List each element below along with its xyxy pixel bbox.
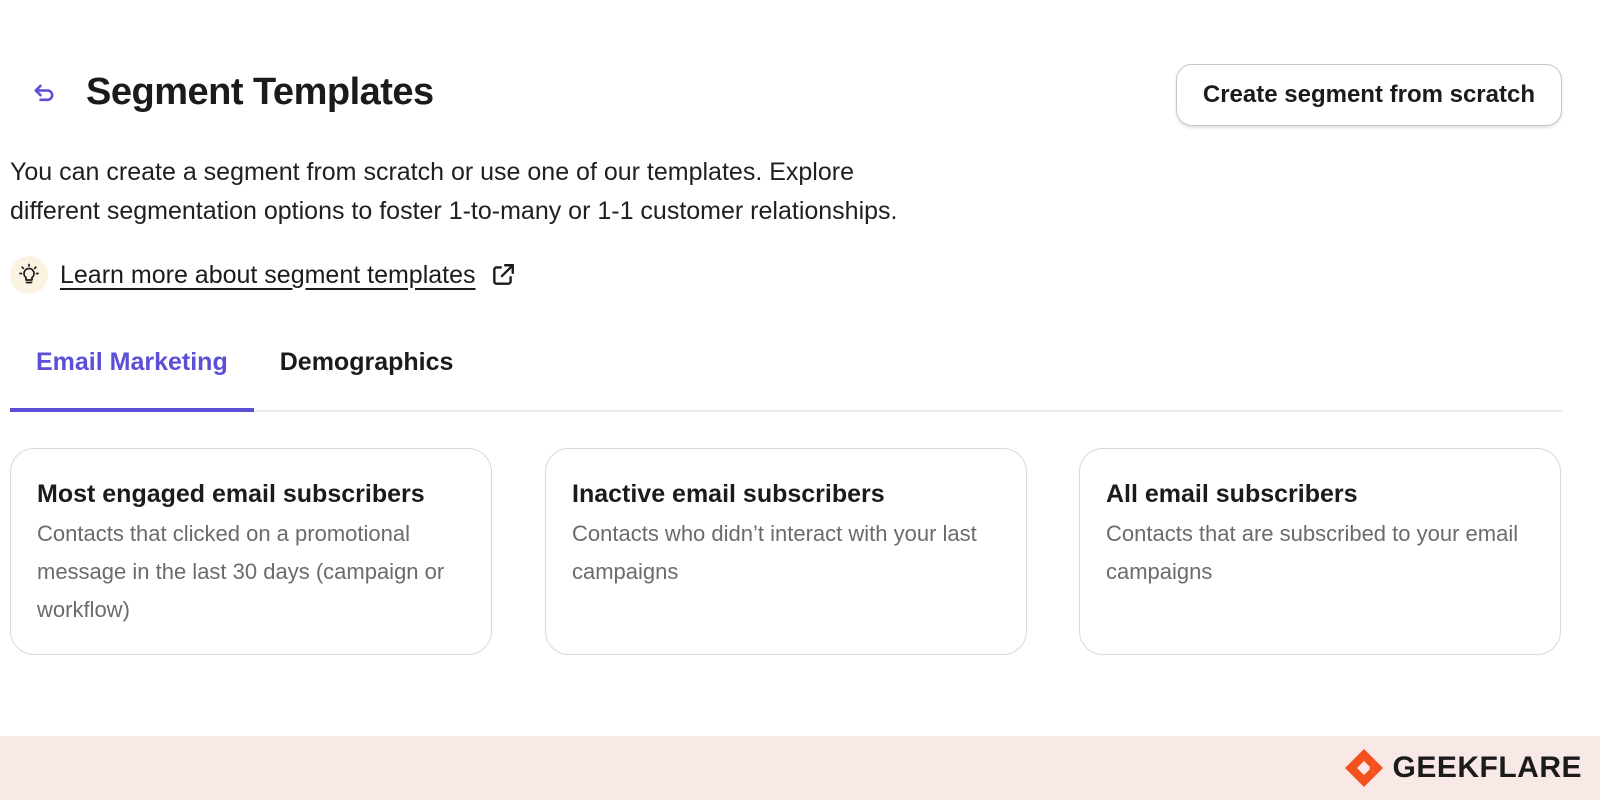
tab-email-marketing[interactable]: Email Marketing	[10, 338, 254, 412]
brand-logo: GEEKFLARE	[1342, 746, 1582, 790]
template-card-inactive[interactable]: Inactive email subscribers Contacts who …	[545, 448, 1027, 655]
template-cards: Most engaged email subscribers Contacts …	[10, 448, 1562, 657]
external-link-icon[interactable]	[490, 262, 516, 288]
brand-name: GEEKFLARE	[1392, 751, 1582, 784]
card-title: Inactive email subscribers	[572, 480, 885, 508]
page-description: You can create a segment from scratch or…	[10, 153, 1010, 231]
description-line: You can create a segment from scratch or…	[10, 158, 854, 186]
tab-bar: Email Marketing Demographics	[10, 338, 1562, 412]
back-arrow-icon	[34, 84, 54, 102]
back-button[interactable]	[26, 76, 62, 112]
card-description: Contacts that clicked on a promotional m…	[37, 521, 445, 622]
card-title: Most engaged email subscribers	[37, 480, 425, 508]
template-card-all-subscribers[interactable]: All email subscribers Contacts that are …	[1079, 448, 1561, 655]
card-description: Contacts who didn’t interact with your l…	[572, 521, 977, 584]
description-line: different segmentation options to foster…	[10, 197, 898, 225]
lightbulb-icon	[10, 256, 48, 294]
learn-more-link[interactable]: Learn more about segment templates	[60, 261, 476, 290]
page-title: Segment Templates	[86, 71, 434, 113]
geekflare-logo-icon	[1345, 749, 1384, 787]
template-card-most-engaged[interactable]: Most engaged email subscribers Contacts …	[10, 448, 492, 655]
card-description: Contacts that are subscribed to your ema…	[1106, 521, 1519, 584]
learn-more-row: Learn more about segment templates	[10, 255, 516, 295]
page: Segment Templates Create segment from sc…	[0, 0, 1600, 800]
header: Segment Templates Create segment from sc…	[10, 62, 1562, 126]
tab-demographics[interactable]: Demographics	[254, 338, 480, 410]
card-title: All email subscribers	[1106, 480, 1358, 508]
create-segment-button[interactable]: Create segment from scratch	[1175, 64, 1562, 126]
footer-bar: GEEKFLARE	[0, 736, 1600, 800]
